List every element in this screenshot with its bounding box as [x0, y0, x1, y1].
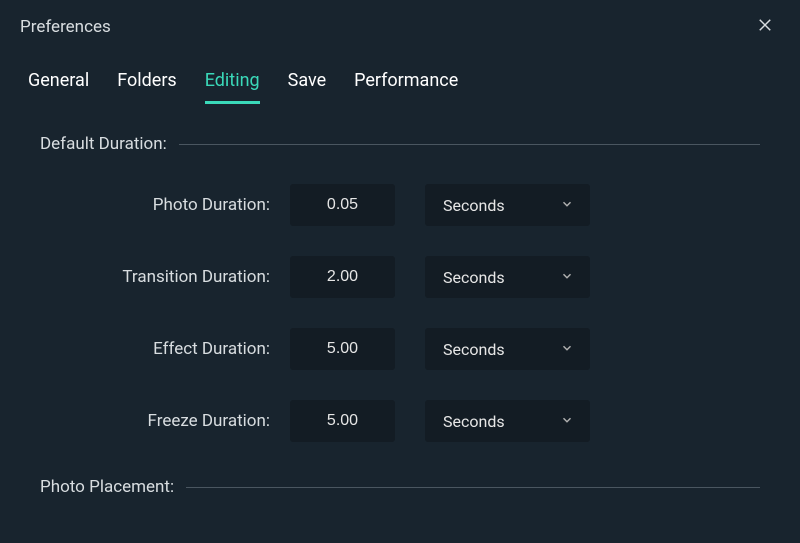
- chevron-down-icon: [560, 268, 574, 287]
- section-label-default-duration: Default Duration:: [40, 134, 179, 154]
- close-icon: [756, 16, 774, 38]
- effect-duration-label: Effect Duration:: [70, 339, 290, 359]
- field-photo-duration: Photo Duration: Seconds: [40, 184, 760, 226]
- chevron-down-icon: [560, 412, 574, 431]
- freeze-duration-label: Freeze Duration:: [70, 411, 290, 431]
- field-transition-duration: Transition Duration: Seconds: [40, 256, 760, 298]
- freeze-duration-input[interactable]: [290, 400, 395, 442]
- transition-duration-input[interactable]: [290, 256, 395, 298]
- photo-duration-input[interactable]: [290, 184, 395, 226]
- transition-duration-label: Transition Duration:: [70, 267, 290, 287]
- section-photo-placement: Photo Placement:: [40, 477, 760, 497]
- section-default-duration: Default Duration:: [40, 134, 760, 154]
- tab-folders[interactable]: Folders: [117, 70, 177, 104]
- content: Default Duration: Photo Duration: Second…: [0, 104, 800, 497]
- effect-duration-unit-value: Seconds: [443, 340, 505, 359]
- divider: [179, 144, 760, 145]
- section-label-photo-placement: Photo Placement:: [40, 477, 186, 497]
- chevron-down-icon: [560, 340, 574, 359]
- chevron-down-icon: [560, 196, 574, 215]
- freeze-duration-unit-select[interactable]: Seconds: [425, 400, 590, 442]
- tab-performance[interactable]: Performance: [354, 70, 458, 104]
- tab-save[interactable]: Save: [288, 70, 327, 104]
- field-freeze-duration: Freeze Duration: Seconds: [40, 400, 760, 442]
- tabs: General Folders Editing Save Performance: [0, 50, 800, 104]
- preferences-window: Preferences General Folders Editing Save…: [0, 0, 800, 543]
- freeze-duration-unit-value: Seconds: [443, 412, 505, 431]
- effect-duration-input[interactable]: [290, 328, 395, 370]
- window-title: Preferences: [20, 17, 111, 37]
- divider: [186, 487, 760, 488]
- tab-editing[interactable]: Editing: [205, 70, 260, 104]
- close-button[interactable]: [750, 12, 780, 42]
- field-effect-duration: Effect Duration: Seconds: [40, 328, 760, 370]
- effect-duration-unit-select[interactable]: Seconds: [425, 328, 590, 370]
- photo-duration-label: Photo Duration:: [70, 195, 290, 215]
- tab-general[interactable]: General: [28, 70, 89, 104]
- transition-duration-unit-select[interactable]: Seconds: [425, 256, 590, 298]
- transition-duration-unit-value: Seconds: [443, 268, 505, 287]
- photo-duration-unit-select[interactable]: Seconds: [425, 184, 590, 226]
- header: Preferences: [0, 0, 800, 50]
- photo-duration-unit-value: Seconds: [443, 196, 505, 215]
